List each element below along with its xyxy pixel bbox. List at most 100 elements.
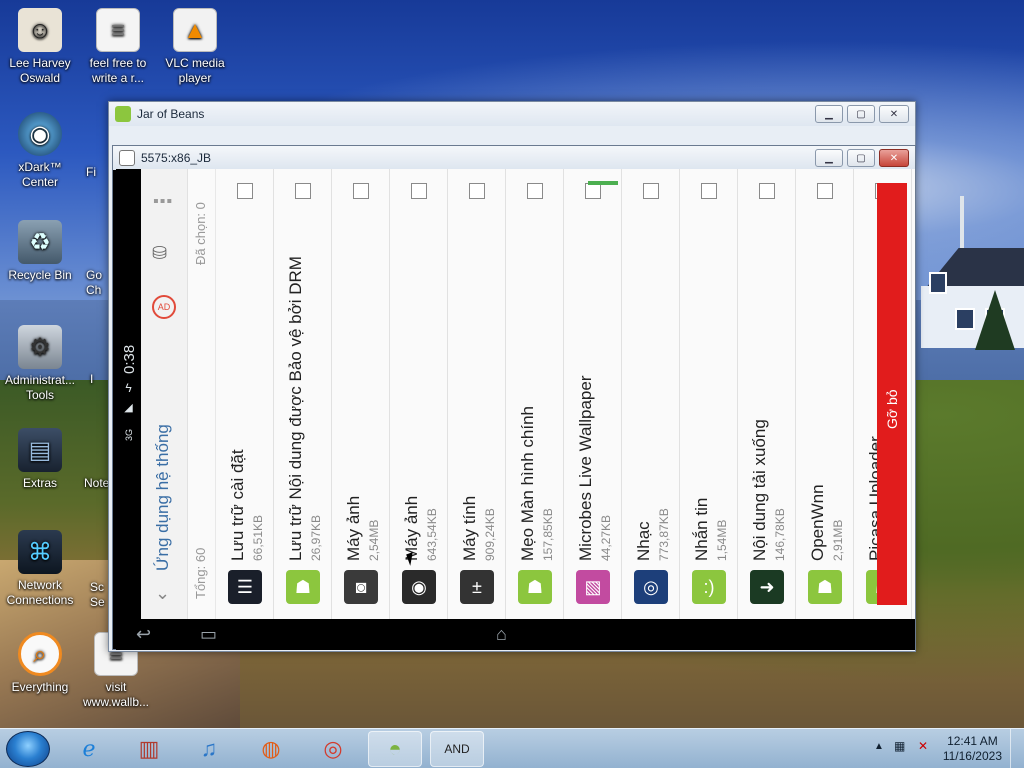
app-name: Máy ảnh: [344, 495, 363, 561]
desktop-icon-admin-tools[interactable]: ⚙ Administrat... Tools: [0, 325, 80, 403]
uninstall-button[interactable]: Gỡ bỏ: [877, 183, 907, 605]
xdark-icon: ◉: [18, 112, 62, 156]
app-list-item[interactable]: ☗ Lưu trữ Nội dung được Bảo vệ bởi DRM 26,…: [274, 169, 332, 619]
desktop-icon-feel-free[interactable]: ≡ feel free to write a r...: [78, 8, 158, 86]
app-name: Mẹo Màn hình chính: [518, 406, 537, 561]
and-emulator-icon[interactable]: AND: [430, 731, 484, 767]
close-button[interactable]: ✕: [879, 149, 909, 167]
desktop-icon-label: VLC media player: [165, 56, 225, 85]
recycle-bin-icon: ♻: [18, 220, 62, 264]
internet-explorer-icon[interactable]: ℯ: [62, 731, 116, 767]
android-icon: ☗: [808, 570, 842, 604]
vlc-icon: ▲: [173, 8, 217, 52]
desktop-icon-everything[interactable]: ⌕ Everything: [0, 632, 80, 695]
desktop-icon-label: Lee Harvey Oswald: [9, 56, 71, 85]
app-size: 643,54KB: [425, 508, 439, 561]
window-title: 5575:x86_JB: [141, 151, 212, 165]
back-icon[interactable]: ↩: [136, 624, 151, 645]
person-icon: ☺: [18, 8, 62, 52]
app-list-item[interactable]: ◙ Máy ảnh 2,54MB: [332, 169, 390, 619]
overflow-menu-icon[interactable]: ▪▪▪: [153, 193, 173, 211]
app-size: 773,87KB: [657, 508, 671, 561]
app-checkbox[interactable]: [469, 183, 485, 199]
app-checkbox[interactable]: [643, 183, 659, 199]
app-checkbox[interactable]: [295, 183, 311, 199]
app-size: 909,24KB: [483, 508, 497, 561]
settings-sliders-icon: ☰: [228, 570, 262, 604]
search-icon: ⌕: [18, 632, 62, 676]
network-type: 3G: [124, 428, 134, 441]
firefox-icon[interactable]: ◍: [244, 731, 298, 767]
desktop-icon-label: Extras: [22, 476, 57, 490]
app-size: 157,85KB: [541, 508, 555, 561]
app-list-item[interactable]: ◉ Máy ảnh 643,54KB: [390, 169, 448, 619]
desktop-icon-label: visit www.wallb...: [82, 680, 150, 709]
app-list-item[interactable]: ± Máy tính 909,24KB: [448, 169, 506, 619]
app-size: 2,54MB: [367, 519, 381, 561]
no-ads-icon[interactable]: AD: [152, 295, 176, 319]
show-hidden-icons-icon[interactable]: ▲: [874, 741, 884, 752]
chrome-icon[interactable]: ◎: [306, 731, 360, 767]
start-button[interactable]: [6, 731, 50, 767]
camera-lens-icon: ◉: [402, 570, 436, 604]
clock[interactable]: 12:41 AM 11/16/2023: [943, 734, 1002, 764]
android-app-icon[interactable]: ◓: [368, 731, 422, 767]
app-size: 44,27KB: [599, 514, 613, 561]
desktop-icon-lee-harvey[interactable]: ☺ Lee Harvey Oswald: [0, 8, 80, 86]
app-list-item[interactable]: ☰ Lưu trữ cài đặt 66,51KB: [216, 169, 274, 619]
app-checkbox[interactable]: [701, 183, 717, 199]
desktop-icon-label: Recycle Bin: [8, 268, 72, 282]
app-list-item[interactable]: :) Nhắn tin 1,54MB: [680, 169, 738, 619]
desktop-icon-vlc[interactable]: ▲ VLC media player: [155, 8, 235, 86]
desktop-icon-xdark[interactable]: ◉ xDark™ Center: [0, 112, 80, 190]
app-icon[interactable]: ▥: [122, 731, 176, 767]
app-list-item[interactable]: ▧ Microbes Live Wallpaper 44,27KB: [564, 169, 622, 619]
itunes-icon[interactable]: ♫: [182, 731, 236, 767]
desktop-icon-network[interactable]: ⌘ Network Connections: [0, 530, 80, 608]
app-size: 26,97KB: [309, 514, 323, 561]
title-bar[interactable]: Jar of Beans ▁ ▢ ✕: [109, 102, 915, 126]
app-name: Lưu trữ Nội dung được Bảo vệ bởi DRM: [286, 256, 305, 561]
app-checkbox[interactable]: [237, 183, 253, 199]
app-checkbox[interactable]: [817, 183, 833, 199]
system-tray: ▲ ▦ ✕ 12:41 AM 11/16/2023: [864, 729, 1024, 768]
app-checkbox[interactable]: [759, 183, 775, 199]
maximize-button[interactable]: ▢: [847, 149, 875, 167]
minimize-button[interactable]: ▁: [815, 105, 843, 123]
app-list-item[interactable]: ☗ Mẹo Màn hình chính 157,85KB: [506, 169, 564, 619]
app-list-item[interactable]: ➜ Nội dung tải xuống 146,78KB: [738, 169, 796, 619]
desktop-icon-recycle-bin[interactable]: ♻ Recycle Bin: [0, 220, 80, 283]
app-name: Nội dung tải xuống: [750, 419, 769, 561]
backup-icon[interactable]: ⛁: [152, 243, 178, 265]
app-checkbox[interactable]: [353, 183, 369, 199]
app-checkbox[interactable]: [527, 183, 543, 199]
uninstall-label: Gỡ bỏ: [884, 389, 900, 429]
network-tray-icon[interactable]: ▦: [894, 739, 905, 753]
jar-of-beans-icon: [115, 106, 131, 122]
maximize-button[interactable]: ▢: [847, 105, 875, 123]
app-checkbox[interactable]: [411, 183, 427, 199]
wallpaper-icon: ▧: [576, 570, 610, 604]
desktop-icon-extras[interactable]: ▤ Extras: [0, 428, 80, 491]
scroll-indicator: [588, 181, 618, 185]
app-list-item[interactable]: ☗ OpenWnn 2,91MB: [796, 169, 854, 619]
app-size: 146,78KB: [773, 508, 787, 561]
recent-apps-icon[interactable]: ▭: [200, 624, 217, 645]
folder-icon: ▤: [18, 428, 62, 472]
network-icon: ⌘: [18, 530, 62, 574]
title-bar[interactable]: 5575:x86_JB ▁ ▢ ✕: [113, 146, 915, 170]
app-checkbox[interactable]: [585, 183, 601, 199]
minimize-button[interactable]: ▁: [815, 149, 843, 167]
summary-bar: Tổng: 60 Đã chọn: 0: [188, 169, 216, 619]
app-list-item[interactable]: ◎ Nhạc 773,87KB: [622, 169, 680, 619]
chevron-down-icon[interactable]: ⌄: [155, 583, 170, 604]
close-button[interactable]: ✕: [879, 105, 909, 123]
app-name: Microbes Live Wallpaper: [576, 375, 595, 562]
desktop-icon-label: Everything: [11, 680, 69, 694]
volume-muted-icon[interactable]: ✕: [918, 739, 928, 753]
status-time: 0:38: [121, 344, 138, 374]
total-count: Tổng: 60: [193, 547, 208, 599]
android-nav-bar: ↩ ▭ ⌂: [116, 619, 915, 650]
home-icon[interactable]: ⌂: [496, 624, 507, 645]
show-desktop-button[interactable]: [1010, 729, 1024, 768]
